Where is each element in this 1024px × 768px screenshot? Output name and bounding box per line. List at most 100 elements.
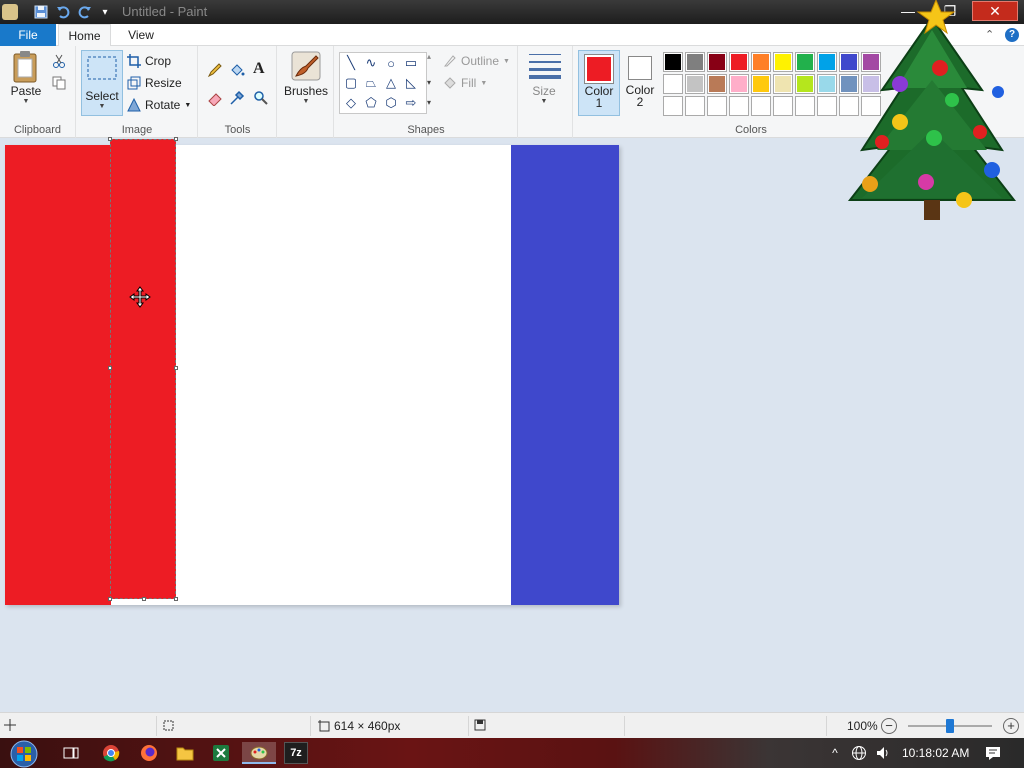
color-swatch[interactable] [817,96,837,116]
selection-handle-top-left[interactable] [108,137,112,141]
rotate-button[interactable]: Rotate ▼ [127,97,191,112]
color-swatch[interactable] [707,74,727,94]
color-swatch[interactable] [795,74,815,94]
canvas-size-text: 614 × 460px [334,719,401,733]
color-swatch[interactable] [685,52,705,72]
drawing-canvas[interactable] [5,137,619,605]
size-button[interactable]: Size ▼ [528,50,561,105]
cut-icon[interactable] [52,54,66,68]
curve-shape-icon[interactable]: ∿ [362,55,380,71]
color-swatch[interactable] [817,52,837,72]
color-swatch[interactable] [773,96,793,116]
color2-button[interactable]: Color 2 [622,50,658,116]
start-icon[interactable] [6,740,42,768]
notifications-icon[interactable] [982,742,1004,764]
selection-handle-bottom-right[interactable] [174,597,178,601]
arrow-shape-icon[interactable]: ⇨ [402,95,420,111]
rotate-icon [127,97,141,112]
color-swatch[interactable] [795,96,815,116]
color-swatch[interactable] [663,74,683,94]
clipboard-group: Paste ▼ Clipboard [0,46,76,138]
file-explorer-icon[interactable] [174,742,196,764]
firefox-icon[interactable] [138,742,160,764]
redo-icon[interactable] [76,3,94,21]
selection-handle-bottom-left[interactable] [108,597,112,601]
color-swatch[interactable] [773,74,793,94]
tab-file[interactable]: File [0,24,56,46]
oval-shape-icon[interactable]: ○ [382,55,400,71]
task-view-icon[interactable] [60,742,82,764]
outline-button[interactable]: Outline ▼ [443,54,510,68]
volume-icon[interactable] [872,742,894,764]
selection-handle-bottom[interactable] [142,597,146,601]
color-picker-icon[interactable] [229,90,245,106]
color-swatch-fill [797,76,813,92]
color-swatch[interactable] [817,74,837,94]
7zip-icon[interactable]: 7z [284,742,308,764]
fill-button[interactable]: Fill ▼ [443,76,487,90]
magnifier-icon[interactable] [253,90,269,106]
color-swatch-fill [709,76,725,92]
color-swatch[interactable] [751,52,771,72]
paint-app-icon[interactable] [2,4,18,20]
selection-rectangle[interactable] [108,137,178,601]
pentagon-shape-icon[interactable]: ⬠ [362,95,380,111]
zoom-slider-thumb[interactable] [946,719,954,733]
tab-home[interactable]: Home [58,24,111,47]
clock-time[interactable]: 10:18:02 AM [902,746,969,760]
paste-button[interactable]: Paste ▼ [10,50,42,105]
color-swatch[interactable] [751,74,771,94]
color-swatch[interactable] [663,96,683,116]
chrome-icon[interactable] [100,742,122,764]
show-hidden-icons-icon[interactable]: ^ [824,742,846,764]
right-triangle-shape-icon[interactable]: ◺ [402,75,420,91]
zoom-out-button[interactable]: − [881,718,897,734]
polygon-shape-icon[interactable]: ⏢ [362,75,380,91]
expand-gallery-icon[interactable]: ▾ [427,98,431,107]
color-swatch[interactable] [707,96,727,116]
excel-icon[interactable] [210,742,232,764]
color-swatch[interactable] [729,96,749,116]
outline-label: Outline [461,54,500,68]
color-swatch[interactable] [685,96,705,116]
status-separator [156,716,157,736]
selection-handle-left[interactable] [108,366,112,370]
diamond-shape-icon[interactable]: ◇ [342,95,360,111]
rounded-rectangle-shape-icon[interactable]: ▢ [342,75,360,91]
color1-button[interactable]: Color 1 [578,50,620,116]
save-icon[interactable] [32,3,50,21]
zoom-in-button[interactable]: + [1003,718,1019,734]
color-swatch[interactable] [707,52,727,72]
select-button[interactable]: Select ▼ [81,50,123,116]
text-tool-icon[interactable]: A [253,60,265,78]
zoom-level: 100% [847,719,878,733]
selection-handle-top-right[interactable] [174,137,178,141]
resize-button[interactable]: Resize [127,76,182,90]
color-swatch[interactable] [663,52,683,72]
paint-icon[interactable] [242,742,276,764]
undo-icon[interactable] [54,3,72,21]
scroll-down-icon[interactable]: ▾ [427,78,431,87]
copy-icon[interactable] [52,76,66,90]
fill-bucket-icon[interactable] [229,62,245,78]
color-swatch-fill [819,76,835,92]
triangle-shape-icon[interactable]: △ [382,75,400,91]
color-swatch[interactable] [729,74,749,94]
color-swatch[interactable] [729,52,749,72]
rectangle-shape-icon[interactable]: ▭ [402,55,420,71]
color-swatch[interactable] [751,96,771,116]
tab-view[interactable]: View [114,24,168,46]
selection-handle-right[interactable] [174,366,178,370]
scroll-up-icon[interactable]: ▴ [427,52,431,61]
pencil-icon[interactable] [207,62,223,78]
color-swatch[interactable] [795,52,815,72]
color-swatch[interactable] [685,74,705,94]
hexagon-shape-icon[interactable]: ⬡ [382,95,400,111]
brushes-button[interactable]: Brushes ▼ [284,50,328,105]
eraser-icon[interactable] [207,90,223,106]
line-shape-icon[interactable]: ╲ [342,55,360,71]
customize-quick-access-icon[interactable]: ▾ [96,3,114,21]
language-globe-icon[interactable] [848,742,870,764]
crop-button[interactable]: Crop [127,54,171,68]
color-swatch[interactable] [773,52,793,72]
